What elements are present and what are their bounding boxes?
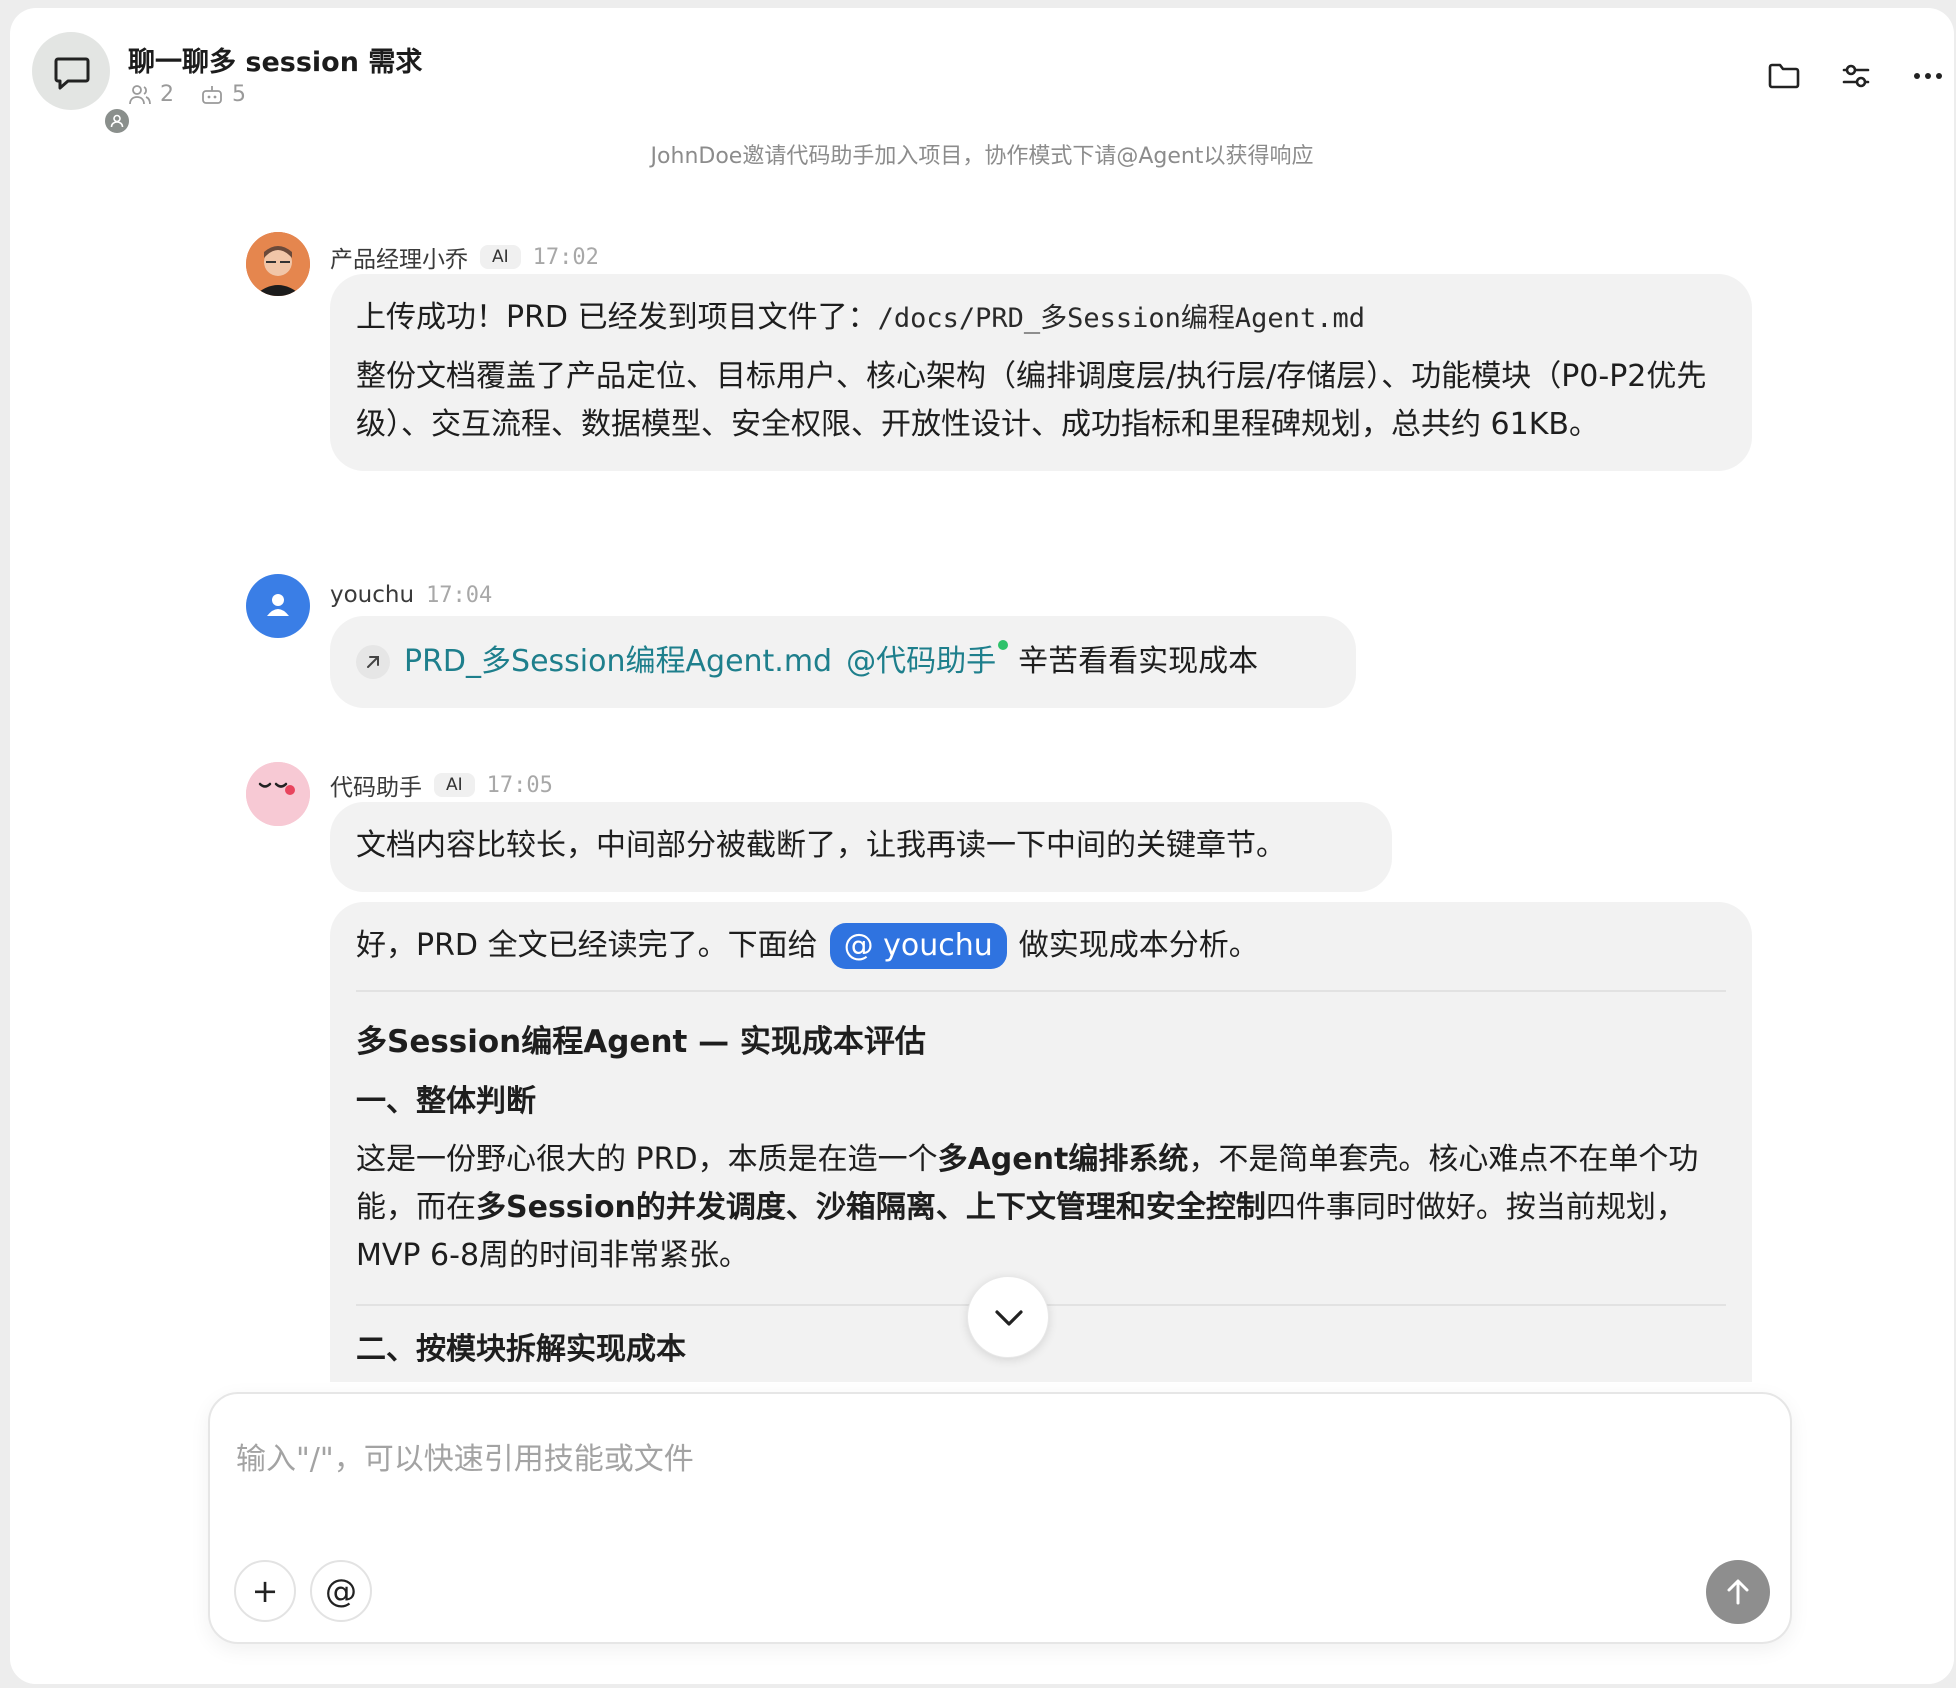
composer[interactable]: 输入"/"，可以快速引用技能或文件 + @ (208, 1392, 1792, 1644)
message-bubble[interactable]: 文档内容比较长，中间部分被截断了，让我再读一下中间的关键章节。 (330, 802, 1392, 892)
person-photo-avatar (246, 232, 310, 296)
chat-title: 聊一聊多 session 需求 (128, 47, 423, 78)
message-line: 上传成功！PRD 已经发到项目文件了：/docs/PRD_多Session编程A… (356, 294, 1726, 343)
reply-heading: 多Session编程Agent — 实现成本评估 (356, 1024, 926, 1060)
avatar-pm[interactable] (246, 232, 310, 296)
message-time: 17:05 (486, 772, 553, 798)
sender-name: 代码助手 (330, 775, 422, 801)
group-avatar[interactable] (32, 32, 132, 136)
chevron-down-icon (995, 1310, 1023, 1326)
chat-bubble-icon (54, 57, 90, 90)
message-bubble[interactable]: PRD_多Session编程Agent.md @代码助手 辛苦看看实现成本 (330, 616, 1356, 708)
reply-bubble[interactable]: 好，PRD 全文已经读完了。下面给 @ youchu 做实现成本分析。 多Ses… (330, 902, 1752, 1442)
members-icon (129, 84, 151, 104)
sleepy-face-icon (246, 762, 310, 826)
add-button[interactable]: + (234, 1560, 296, 1622)
message-text: 上传成功！PRD 已经发到项目文件了： (356, 300, 878, 335)
reply-text: 好，PRD 全文已经读完了。下面给 (356, 928, 818, 963)
bots-count: 5 (232, 82, 246, 107)
mention-agent[interactable]: @代码助手 (846, 638, 1009, 686)
folder-button[interactable] (1766, 58, 1806, 98)
chat-window: 聊一聊多 session 需求 2 5 JohnDoe邀请代码助手加入项目，协作… (10, 8, 1954, 1684)
scroll-down-button[interactable] (967, 1276, 1049, 1358)
mention-chip[interactable]: @ youchu (829, 923, 1007, 969)
message-text: 文档内容比较长，中间部分被截断了，让我再读一下中间的关键章节。 (356, 828, 1286, 863)
more-button[interactable] (1910, 58, 1950, 98)
reply-intro: 好，PRD 全文已经读完了。下面给 @ youchu 做实现成本分析。 (356, 922, 1726, 970)
system-notice: JohnDoe邀请代码助手加入项目，协作模式下请@Agent以获得响应 (650, 144, 1314, 169)
online-dot-icon (998, 640, 1009, 650)
arrow-link-icon (356, 645, 390, 679)
group-badge-icon (102, 106, 132, 136)
ai-badge: AI (434, 773, 475, 797)
bot-icon (202, 85, 222, 104)
message-time: 17:02 (532, 244, 599, 270)
send-button[interactable] (1706, 1560, 1770, 1624)
avatar-code-assistant[interactable] (246, 762, 310, 826)
message-time: 17:04 (426, 582, 493, 608)
sender-name: youchu (330, 582, 415, 608)
more-icon (1914, 73, 1942, 79)
mention-text: @代码助手 (846, 644, 997, 679)
user-icon (267, 594, 289, 616)
section-heading: 一、整体判断 (356, 1084, 536, 1119)
file-link[interactable]: PRD_多Session编程Agent.md (404, 638, 832, 686)
reply-paragraph: 这是一份野心很大的 PRD，本质是在造一个多Agent编排系统，不是简单套壳。核… (356, 1142, 1699, 1273)
message-text: 辛苦看看实现成本 (1018, 644, 1259, 679)
message-bubble[interactable]: 上传成功！PRD 已经发到项目文件了：/docs/PRD_多Session编程A… (330, 274, 1752, 471)
message-text: 整份文档覆盖了产品定位、目标用户、核心架构（编排调度层/执行层/存储层）、功能模… (356, 359, 1707, 442)
file-path[interactable]: /docs/PRD_多Session编程Agent.md (878, 303, 1365, 334)
divider (356, 990, 1726, 992)
settings-button[interactable] (1838, 58, 1878, 98)
message-header: youchu 17:04 (330, 582, 492, 608)
ai-badge: AI (480, 245, 521, 269)
avatar-youchu[interactable] (246, 574, 310, 638)
reply-text: 做实现成本分析。 (1018, 928, 1259, 963)
message-input[interactable]: 输入"/"，可以快速引用技能或文件 (236, 1434, 694, 1478)
message-header: 代码助手 AI 17:05 (330, 768, 553, 802)
message-header: 产品经理小乔 AI 17:02 (330, 240, 599, 274)
sender-name: 产品经理小乔 (330, 247, 468, 273)
folder-icon (1768, 63, 1800, 89)
chat-meta: 2 5 (128, 82, 264, 107)
sliders-icon (1842, 64, 1870, 88)
members-count: 2 (160, 82, 174, 107)
arrow-up-icon (1727, 1579, 1749, 1605)
mention-button[interactable]: @ (310, 1560, 372, 1622)
